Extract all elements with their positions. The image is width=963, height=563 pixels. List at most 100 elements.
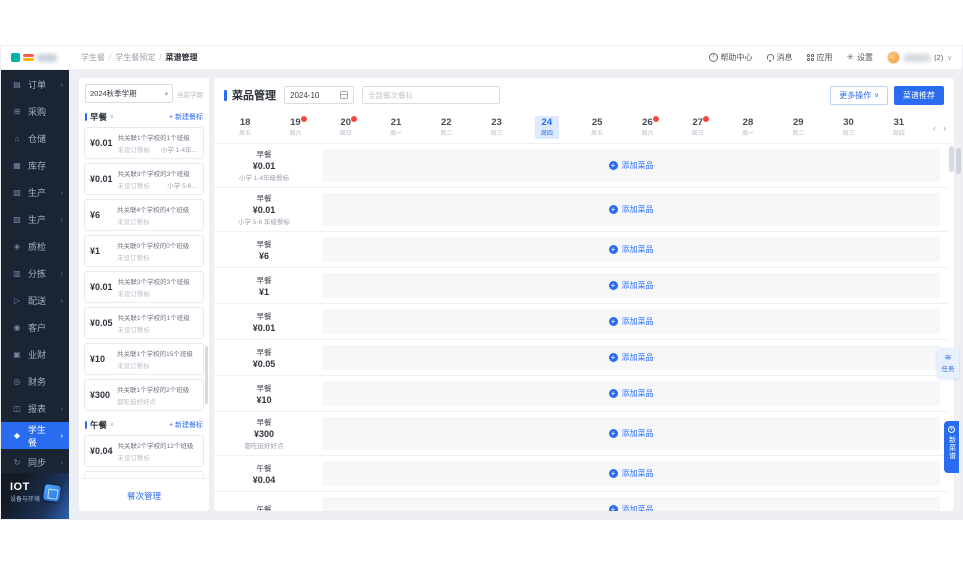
sidebar-item-仓储[interactable]: ⌂ 仓储 bbox=[1, 125, 69, 152]
term-select[interactable]: 2024秋季学期 ▾ bbox=[85, 84, 173, 103]
add-dish-button[interactable]: + 添加菜品 bbox=[322, 497, 940, 511]
date-cell-26[interactable]: 26 周六 bbox=[622, 112, 672, 143]
date-cell-20[interactable]: 20 周日 bbox=[321, 112, 371, 143]
sidebar-item-label: 库存 bbox=[28, 161, 47, 171]
meal-standard-card[interactable]: ¥300 共关联1个学校的2个班级 都吃挺好好点 bbox=[84, 379, 204, 411]
meal-card-note-row: 未设订餐标 bbox=[118, 324, 198, 334]
screen: 学生餐 / 学生餐预定 / 菜谱管理 ? 帮助中心 消息 应用 ✳ 设置 (2)… bbox=[0, 0, 963, 563]
date-cell-31[interactable]: 31 周四 bbox=[874, 112, 924, 143]
date-cell-22[interactable]: 22 周二 bbox=[421, 112, 471, 143]
date-cell-24[interactable]: 24 周四 bbox=[522, 112, 572, 143]
sidebar-item-生产[interactable]: ▨ 生产 › bbox=[1, 206, 69, 233]
sidebar-item-报表[interactable]: ◫ 报表 › bbox=[1, 395, 69, 422]
date-cell-inner: 25 周五 bbox=[585, 116, 609, 140]
meal-standard-card[interactable]: ¥10 共关联1个学校的15个班级 未设订餐标 bbox=[84, 343, 204, 375]
meal-card-relation: 共关联1个学校的1个班级 bbox=[117, 315, 190, 322]
meal-price: ¥0.01 bbox=[90, 138, 113, 148]
date-cell-inner: 29 周二 bbox=[786, 116, 810, 140]
task-float-button[interactable]: ≋ 任务 bbox=[937, 348, 959, 378]
messages-button[interactable]: 消息 bbox=[766, 52, 793, 63]
breadcrumb-item[interactable]: 学生餐 bbox=[81, 52, 105, 63]
new-recipe-float-button[interactable]: + 新菜谱 bbox=[944, 421, 959, 473]
menu-row: 早餐 ¥1 + 添加菜品 bbox=[214, 268, 948, 304]
meal-card-note: 未设订餐标 bbox=[117, 327, 151, 334]
meal-standard-card[interactable]: ¥1 共关联0个学校的0个班级 未设订餐标 bbox=[84, 235, 204, 267]
meal-standard-card[interactable]: ¥0.01 共关联1个学校的1个班级 未设订餐标 小学 1-4年… bbox=[84, 127, 204, 159]
meal-standard-card[interactable]: ¥15共关联4个学校的4个班级未设订餐标 bbox=[84, 471, 204, 478]
date-cell-18[interactable]: 18 周五 bbox=[220, 112, 270, 143]
date-cell-23[interactable]: 23 周三 bbox=[471, 112, 521, 143]
more-actions-button[interactable]: 更多操作 ∨ bbox=[830, 85, 888, 105]
date-cell-30[interactable]: 30 周三 bbox=[823, 112, 873, 143]
meal-standard-card[interactable]: ¥0.05 共关联1个学校的1个班级 未设订餐标 bbox=[84, 307, 204, 339]
section-accent-bar bbox=[85, 421, 87, 429]
month-picker[interactable]: 2024-10 bbox=[284, 86, 354, 104]
breadcrumb-separator: / bbox=[159, 53, 162, 62]
meal-price: ¥0.01 bbox=[252, 322, 276, 333]
add-dish-button[interactable]: + 添加菜品 bbox=[322, 345, 940, 370]
meal-card-relation: 共关联3个学校的3个班级 bbox=[117, 279, 190, 286]
page-scrollbar-thumb[interactable] bbox=[956, 148, 961, 174]
new-meal-standard-link[interactable]: + 新建餐标 bbox=[169, 420, 203, 430]
user-suffix: (2) bbox=[934, 53, 944, 62]
meal-standard-card[interactable]: ¥0.01 共关联3个学校的3个班级 未设订餐标 小学 5-6… bbox=[84, 163, 204, 195]
date-cell-28[interactable]: 28 周一 bbox=[723, 112, 773, 143]
sidebar-item-质检[interactable]: ◈ 质检 bbox=[1, 233, 69, 260]
sidebar-item-订单[interactable]: ▤ 订单 › bbox=[1, 71, 69, 98]
sidebar-item-客户[interactable]: ◉ 客户 bbox=[1, 314, 69, 341]
settings-button[interactable]: ✳ 设置 bbox=[847, 52, 874, 63]
date-cell-19[interactable]: 19 周六 bbox=[270, 112, 320, 143]
prev-dates-button[interactable]: ‹ bbox=[933, 123, 936, 133]
sidebar-item-分拣[interactable]: ▥ 分拣 › bbox=[1, 260, 69, 287]
add-dish-button[interactable]: + 添加菜品 bbox=[322, 417, 940, 450]
add-dish-button[interactable]: + 添加菜品 bbox=[322, 237, 940, 262]
iot-panel[interactable]: IOT 设备与环境 bbox=[1, 473, 69, 519]
sidebar-item-库存[interactable]: ▦ 库存 bbox=[1, 152, 69, 179]
user-menu[interactable]: (2) ∨ bbox=[887, 51, 952, 64]
menu-row-content: + 添加菜品 bbox=[314, 304, 948, 339]
recipe-recommend-button[interactable]: 菜谱推荐 bbox=[894, 85, 944, 105]
sidebar-item-采购[interactable]: ⊞ 采购 bbox=[1, 98, 69, 125]
meal-standard-card[interactable]: ¥0.01 共关联3个学校的3个班级 未设订餐标 bbox=[84, 271, 204, 303]
date-number: 18 bbox=[239, 116, 251, 128]
sidebar-item-业财[interactable]: ▣ 业财 bbox=[1, 341, 69, 368]
menu-row: 早餐 ¥10 + 添加菜品 bbox=[214, 376, 948, 412]
left-panel-scrollbar[interactable] bbox=[205, 346, 208, 405]
add-dish-label: 添加菜品 bbox=[621, 353, 654, 362]
sidebar-item-生产[interactable]: ▧ 生产 › bbox=[1, 179, 69, 206]
apps-button[interactable]: 应用 bbox=[806, 52, 833, 63]
add-dish-button[interactable]: + 添加菜品 bbox=[322, 193, 940, 226]
sidebar-item-学生餐[interactable]: ◆ 学生餐 › bbox=[1, 422, 69, 449]
add-dish-button[interactable]: + 添加菜品 bbox=[322, 149, 940, 182]
new-meal-standard-link[interactable]: + 新建餐标 bbox=[169, 112, 203, 122]
panel-scrollbar[interactable] bbox=[949, 146, 954, 172]
add-dish-button[interactable]: + 添加菜品 bbox=[322, 461, 940, 486]
sidebar-item-同步[interactable]: ↻ 同步 › bbox=[1, 449, 69, 473]
add-dish-button[interactable]: + 添加菜品 bbox=[322, 309, 940, 334]
date-cell-21[interactable]: 21 周一 bbox=[371, 112, 421, 143]
breadcrumb-item[interactable]: 学生餐预定 bbox=[115, 52, 155, 63]
meal-time-manage-link[interactable]: 餐次管理 bbox=[127, 491, 161, 501]
meal-standard-card[interactable]: ¥6 共关联4个学校的4个班级 未设订餐标 bbox=[84, 199, 204, 231]
search-input[interactable] bbox=[368, 90, 494, 100]
add-dish-button[interactable]: + 添加菜品 bbox=[322, 381, 940, 406]
sidebar-item-财务[interactable]: ◎ 财务 bbox=[1, 368, 69, 395]
date-cell-29[interactable]: 29 周二 bbox=[773, 112, 823, 143]
date-cell-27[interactable]: 27 周日 bbox=[673, 112, 723, 143]
next-dates-button[interactable]: › bbox=[943, 123, 946, 133]
meal-standard-card[interactable]: ¥0.04 共关联2个学校的12个班级 未设订餐标 bbox=[84, 435, 204, 467]
help-center-button[interactable]: ? 帮助中心 bbox=[708, 52, 753, 63]
menu-row-label: 早餐 ¥0.05 bbox=[214, 340, 314, 375]
sidebar-item-配送[interactable]: ▷ 配送 › bbox=[1, 287, 69, 314]
meal-card-note-row: 都吃挺好好点 bbox=[117, 396, 198, 406]
date-number: 19 bbox=[290, 115, 307, 129]
add-dish-button[interactable]: + 添加菜品 bbox=[322, 273, 940, 298]
inventory-icon: ▦ bbox=[13, 161, 21, 170]
production-icon: ▨ bbox=[13, 215, 21, 224]
dish-management-panel: 菜品管理 2024-10 更多操作 ∨ 菜谱推荐 bbox=[214, 78, 954, 511]
sorting-icon: ▥ bbox=[13, 269, 21, 278]
date-cell-25[interactable]: 25 周五 bbox=[572, 112, 622, 143]
add-dish-label: 添加菜品 bbox=[621, 161, 654, 170]
meal-price: ¥1 bbox=[90, 246, 101, 256]
menu-row: 午餐 + 添加菜品 bbox=[214, 492, 948, 511]
